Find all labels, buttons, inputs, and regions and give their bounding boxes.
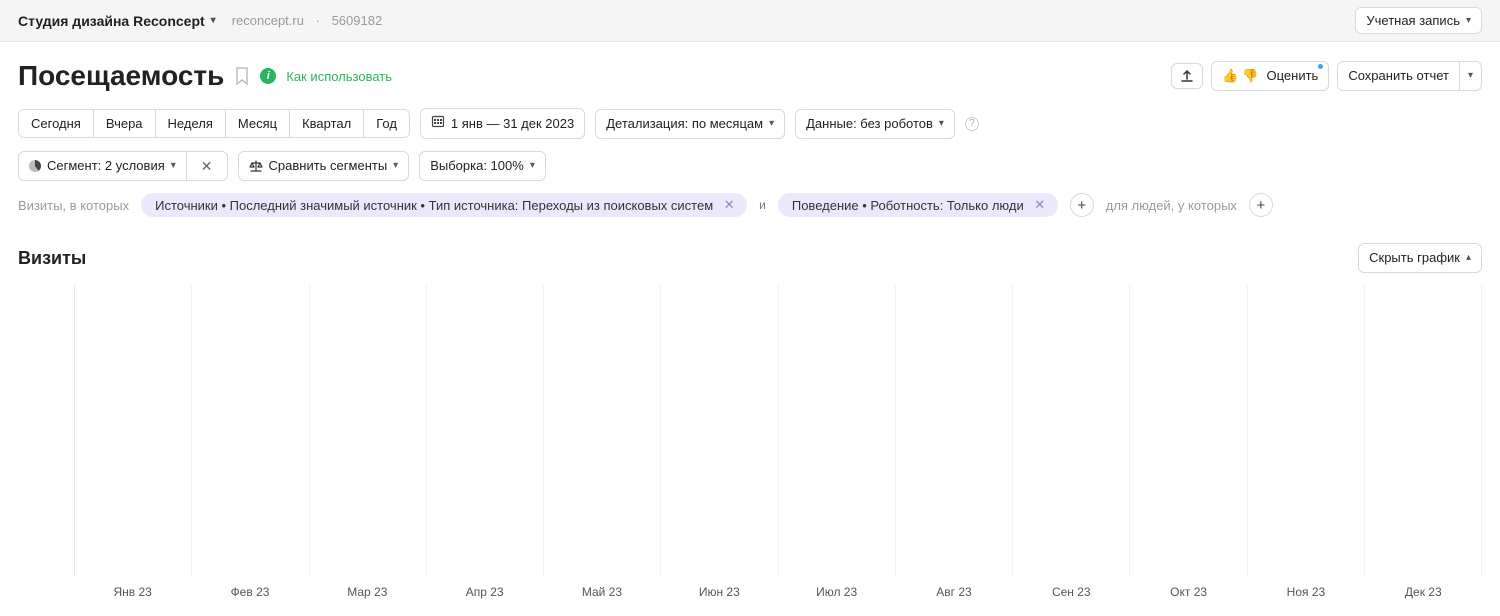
bookmark-icon[interactable] [234, 67, 250, 85]
notification-dot-icon [1318, 64, 1323, 69]
x-axis-label: Май 23 [543, 585, 660, 599]
chart-area: Янв 23Фев 23Мар 23Апр 23Май 23Июн 23Июл … [18, 285, 1482, 599]
thumb-down-icon: 👎 [1242, 67, 1258, 85]
period-preset-item[interactable]: Год [364, 110, 409, 137]
hide-chart-button[interactable]: Скрыть график ▴ [1358, 243, 1482, 273]
filter-chip-sources[interactable]: Источники • Последний значимый источник … [141, 193, 747, 217]
separator-dot: · [316, 13, 320, 28]
period-preset-item[interactable]: Сегодня [19, 110, 94, 137]
studio-selector[interactable]: Студия дизайна Reconcept ▾ [18, 13, 216, 29]
filter-chip-behavior[interactable]: Поведение • Роботность: Только люди ✕ [778, 193, 1058, 217]
detail-button[interactable]: Детализация: по месяцам ▾ [595, 109, 785, 139]
x-axis-label: Янв 23 [74, 585, 191, 599]
date-range-text: 1 янв — 31 дек 2023 [451, 115, 574, 133]
compare-label: Сравнить сегменты [269, 157, 388, 175]
calendar-icon [431, 114, 445, 133]
add-visit-filter-button[interactable]: + [1070, 193, 1094, 217]
site-info: reconcept.ru · 5609182 [232, 13, 382, 28]
chevron-down-icon: ▾ [939, 115, 944, 133]
x-axis-label: Сен 23 [1013, 585, 1130, 599]
x-axis-label: Мар 23 [309, 585, 426, 599]
period-preset-item[interactable]: Вчера [94, 110, 156, 137]
chevron-down-icon: ▾ [1468, 67, 1473, 85]
help-icon[interactable]: ? [965, 117, 979, 131]
compare-segments-button[interactable]: Сравнить сегменты ▾ [238, 151, 410, 181]
save-report-dropdown[interactable]: ▾ [1459, 61, 1482, 91]
pie-chart-icon [29, 160, 41, 172]
close-icon: ✕ [195, 157, 219, 175]
studio-name: Студия дизайна Reconcept [18, 13, 205, 29]
chip-remove-icon[interactable]: ✕ [1032, 197, 1048, 213]
period-preset-item[interactable]: Неделя [156, 110, 226, 137]
info-icon: i [260, 68, 276, 84]
detail-label: Детализация: по месяцам [606, 115, 763, 133]
chevron-down-icon: ▾ [393, 157, 398, 175]
chevron-up-icon: ▴ [1466, 249, 1471, 267]
x-axis-label: Фев 23 [191, 585, 308, 599]
period-preset-group: СегодняВчераНеделяМесяцКварталГод [18, 109, 410, 138]
chip-prefix: Визиты, в которых [18, 198, 129, 213]
account-button[interactable]: Учетная запись ▾ [1355, 7, 1482, 34]
chevron-down-icon: ▾ [530, 157, 535, 175]
x-axis-label: Ноя 23 [1247, 585, 1364, 599]
segment-button[interactable]: Сегмент: 2 условия ▾ [18, 151, 187, 181]
chip-and: и [759, 198, 766, 212]
hide-chart-label: Скрыть график [1369, 249, 1460, 267]
export-button[interactable] [1171, 63, 1203, 89]
domain-text: reconcept.ru [232, 13, 304, 28]
segment-clear-button[interactable]: ✕ [186, 151, 228, 181]
segment-label: Сегмент: 2 условия [47, 157, 165, 175]
howto-link[interactable]: Как использовать [286, 69, 392, 84]
rate-label: Оценить [1267, 67, 1319, 85]
period-preset-item[interactable]: Месяц [226, 110, 290, 137]
counter-id: 5609182 [332, 13, 383, 28]
save-report-label: Сохранить отчет [1348, 67, 1449, 85]
chip-remove-icon[interactable]: ✕ [721, 197, 737, 213]
chevron-down-icon: ▾ [171, 157, 176, 175]
add-people-filter-button[interactable]: + [1249, 193, 1273, 217]
chevron-down-icon: ▾ [1466, 15, 1471, 26]
title-row: Посещаемость i Как использовать 👍 👎 Оцен… [18, 60, 1482, 92]
x-axis-label: Апр 23 [426, 585, 543, 599]
bar-chart [74, 285, 1482, 577]
thumb-up-icon: 👍 [1222, 67, 1238, 85]
chevron-down-icon: ▾ [211, 15, 216, 26]
filter-chip-row: Визиты, в которых Источники • Последний … [18, 193, 1482, 217]
x-axis-label: Окт 23 [1130, 585, 1247, 599]
x-axis-label: Июл 23 [778, 585, 895, 599]
sample-label: Выборка: 100% [430, 157, 524, 175]
data-source-button[interactable]: Данные: без роботов ▾ [795, 109, 955, 139]
date-range-button[interactable]: 1 янв — 31 дек 2023 [420, 108, 585, 139]
chip-suffix: для людей, у которых [1106, 198, 1237, 213]
period-preset-item[interactable]: Квартал [290, 110, 364, 137]
chevron-down-icon: ▾ [769, 115, 774, 133]
chart-title: Визиты [18, 248, 86, 269]
controls-row-2: Сегмент: 2 условия ▾ ✕ Сравнить сегменты… [18, 151, 1482, 181]
chip-text: Поведение • Роботность: Только люди [792, 198, 1024, 213]
save-report-button[interactable]: Сохранить отчет [1337, 61, 1460, 91]
x-axis-label: Июн 23 [661, 585, 778, 599]
scales-icon [249, 159, 263, 173]
page-title: Посещаемость [18, 60, 224, 92]
chart-header: Визиты Скрыть график ▴ [18, 243, 1482, 273]
x-axis-label: Дек 23 [1365, 585, 1482, 599]
sample-button[interactable]: Выборка: 100% ▾ [419, 151, 546, 181]
rate-button[interactable]: 👍 👎 Оценить [1211, 61, 1329, 91]
account-label: Учетная запись [1366, 13, 1460, 28]
controls-row-1: СегодняВчераНеделяМесяцКварталГод 1 янв … [18, 108, 1482, 139]
top-bar: Студия дизайна Reconcept ▾ reconcept.ru … [0, 0, 1500, 42]
x-axis-label: Авг 23 [895, 585, 1012, 599]
data-source-label: Данные: без роботов [806, 115, 933, 133]
export-icon [1180, 69, 1194, 83]
chip-text: Источники • Последний значимый источник … [155, 198, 713, 213]
